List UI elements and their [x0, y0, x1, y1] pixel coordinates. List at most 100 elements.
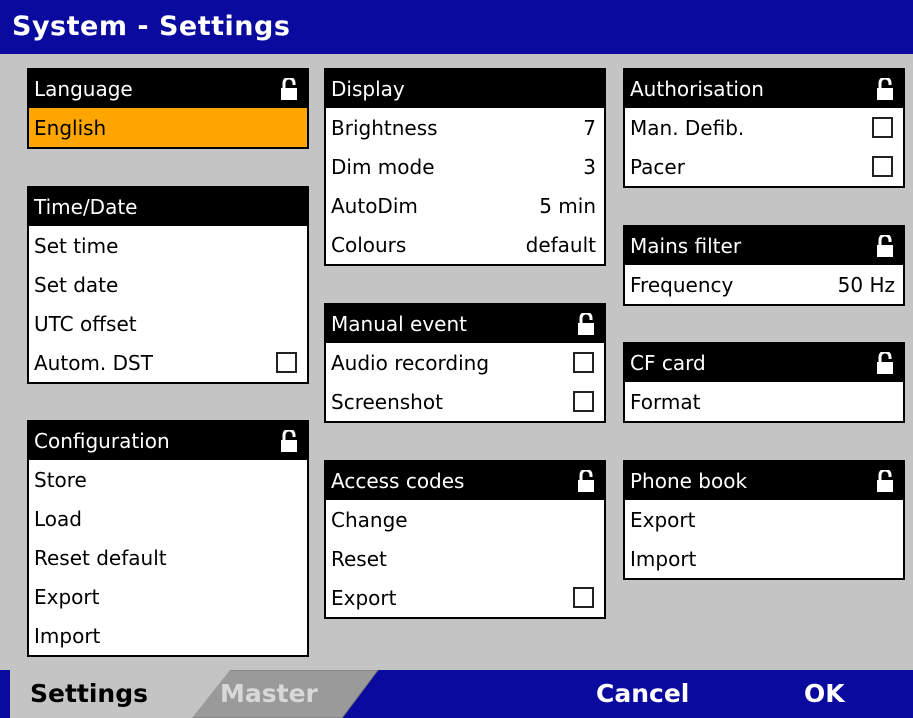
- access-codes-header: Access codes: [326, 462, 604, 500]
- screenshot-label: Screenshot: [331, 389, 443, 414]
- configuration-header: Configuration: [29, 422, 307, 460]
- lock-icon: [281, 78, 297, 100]
- phone-book-header-label: Phone book: [630, 469, 748, 493]
- set-time-label: Set time: [34, 233, 119, 258]
- config-reset-default-label: Reset default: [34, 545, 167, 570]
- language-group: Language English: [27, 68, 309, 149]
- window-title: System - Settings: [0, 0, 913, 54]
- autodim-item[interactable]: AutoDim 5 min: [326, 186, 604, 225]
- access-export-label: Export: [331, 585, 397, 610]
- config-load-label: Load: [34, 506, 82, 531]
- ok-button[interactable]: OK: [804, 679, 845, 708]
- config-import-item[interactable]: Import: [29, 616, 307, 655]
- configuration-group: Configuration Store Load Reset default E…: [27, 420, 309, 657]
- access-export-item[interactable]: Export: [326, 578, 604, 617]
- brightness-item[interactable]: Brightness 7: [326, 108, 604, 147]
- language-value[interactable]: English: [29, 108, 307, 147]
- cf-format-label: Format: [630, 389, 701, 414]
- man-defib-label: Man. Defib.: [630, 115, 745, 140]
- cf-card-group: CF card Format: [623, 342, 905, 423]
- frequency-label: Frequency: [630, 272, 734, 297]
- access-change-item[interactable]: Change: [326, 500, 604, 539]
- display-header: Display: [326, 70, 604, 108]
- phone-book-header: Phone book: [625, 462, 903, 500]
- config-reset-default-item[interactable]: Reset default: [29, 538, 307, 577]
- manual-event-group: Manual event Audio recording Screenshot: [324, 303, 606, 423]
- colours-label: Colours: [331, 232, 407, 257]
- pacer-checkbox[interactable]: [872, 156, 893, 177]
- utc-offset-item[interactable]: UTC offset: [29, 304, 307, 343]
- phone-book-group: Phone book Export Import: [623, 460, 905, 580]
- language-value-label: English: [34, 115, 107, 140]
- authorisation-header: Authorisation: [625, 70, 903, 108]
- frequency-value: 50 Hz: [837, 272, 895, 297]
- set-time-item[interactable]: Set time: [29, 226, 307, 265]
- access-reset-item[interactable]: Reset: [326, 539, 604, 578]
- phone-import-item[interactable]: Import: [625, 539, 903, 578]
- autom-dst-label: Autom. DST: [34, 350, 153, 375]
- frequency-item[interactable]: Frequency 50 Hz: [625, 265, 903, 304]
- config-import-label: Import: [34, 623, 101, 648]
- time-date-group: Time/Date Set time Set date UTC offset A…: [27, 186, 309, 384]
- display-header-label: Display: [331, 77, 405, 101]
- screenshot-item[interactable]: Screenshot: [326, 382, 604, 421]
- time-date-header: Time/Date: [29, 188, 307, 226]
- audio-recording-item[interactable]: Audio recording: [326, 343, 604, 382]
- access-reset-label: Reset: [331, 546, 387, 571]
- audio-recording-checkbox[interactable]: [573, 352, 594, 373]
- lock-icon: [877, 470, 893, 492]
- config-store-item[interactable]: Store: [29, 460, 307, 499]
- access-change-label: Change: [331, 507, 408, 532]
- autodim-value: 5 min: [539, 193, 596, 218]
- authorisation-header-label: Authorisation: [630, 77, 764, 101]
- cf-format-item[interactable]: Format: [625, 382, 903, 421]
- mains-filter-header: Mains filter: [625, 227, 903, 265]
- set-date-item[interactable]: Set date: [29, 265, 307, 304]
- time-date-header-label: Time/Date: [34, 195, 138, 219]
- config-store-label: Store: [34, 467, 87, 492]
- language-header-label: Language: [34, 77, 133, 101]
- brightness-value: 7: [583, 115, 596, 140]
- lock-icon: [281, 430, 297, 452]
- cf-card-header-label: CF card: [630, 351, 706, 375]
- phone-export-label: Export: [630, 507, 696, 532]
- utc-offset-label: UTC offset: [34, 311, 137, 336]
- lock-icon: [877, 78, 893, 100]
- dim-mode-label: Dim mode: [331, 154, 435, 179]
- mains-filter-group: Mains filter Frequency 50 Hz: [623, 225, 905, 306]
- dim-mode-item[interactable]: Dim mode 3: [326, 147, 604, 186]
- authorisation-group: Authorisation Man. Defib. Pacer: [623, 68, 905, 188]
- set-date-label: Set date: [34, 272, 119, 297]
- lock-icon: [877, 352, 893, 374]
- man-defib-checkbox[interactable]: [872, 117, 893, 138]
- language-header: Language: [29, 70, 307, 108]
- access-export-checkbox[interactable]: [573, 587, 594, 608]
- pacer-label: Pacer: [630, 154, 685, 179]
- man-defib-item[interactable]: Man. Defib.: [625, 108, 903, 147]
- autom-dst-item[interactable]: Autom. DST: [29, 343, 307, 382]
- brightness-label: Brightness: [331, 115, 438, 140]
- config-load-item[interactable]: Load: [29, 499, 307, 538]
- lock-icon: [578, 470, 594, 492]
- screenshot-checkbox[interactable]: [573, 391, 594, 412]
- softkey-bar: Settings Master Cancel OK: [0, 670, 913, 718]
- config-export-item[interactable]: Export: [29, 577, 307, 616]
- autom-dst-checkbox[interactable]: [276, 352, 297, 373]
- cf-card-header: CF card: [625, 344, 903, 382]
- colours-item[interactable]: Colours default: [326, 225, 604, 264]
- configuration-header-label: Configuration: [34, 429, 170, 453]
- colours-value: default: [525, 232, 596, 257]
- cancel-button[interactable]: Cancel: [596, 679, 689, 708]
- phone-export-item[interactable]: Export: [625, 500, 903, 539]
- audio-recording-label: Audio recording: [331, 350, 490, 375]
- lock-icon: [578, 313, 594, 335]
- manual-event-header: Manual event: [326, 305, 604, 343]
- dim-mode-value: 3: [583, 154, 596, 179]
- tab-master[interactable]: Master: [220, 679, 318, 708]
- manual-event-header-label: Manual event: [331, 312, 467, 336]
- config-export-label: Export: [34, 584, 100, 609]
- autodim-label: AutoDim: [331, 193, 418, 218]
- pacer-item[interactable]: Pacer: [625, 147, 903, 186]
- access-codes-group: Access codes Change Reset Export: [324, 460, 606, 619]
- tab-settings[interactable]: Settings: [30, 679, 148, 708]
